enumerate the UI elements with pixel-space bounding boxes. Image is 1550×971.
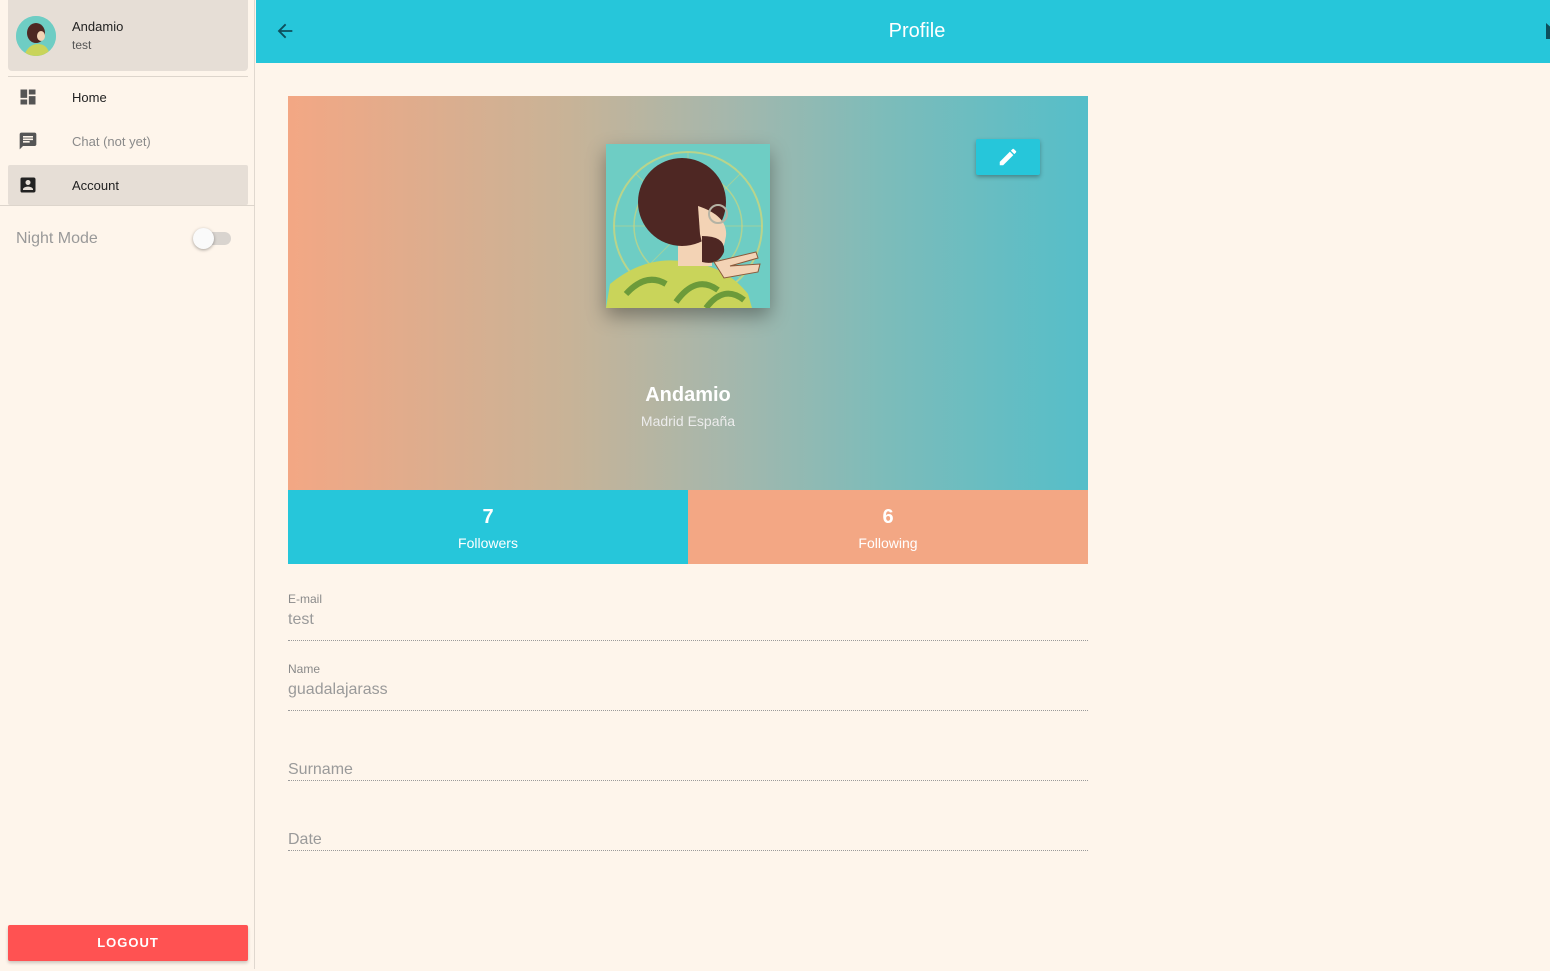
sidebar-item-label: Account <box>72 178 119 193</box>
home-icon[interactable] <box>1538 22 1550 40</box>
avatar <box>16 16 56 56</box>
sidebar-item-label: Chat (not yet) <box>72 134 151 149</box>
profile-photo <box>606 144 770 308</box>
edit-profile-button[interactable] <box>976 139 1040 175</box>
email-label: E-mail <box>288 592 323 606</box>
night-mode-toggle-thumb[interactable] <box>193 228 214 249</box>
following-label: Following <box>858 535 918 551</box>
sidebar-item-account[interactable]: Account <box>8 165 248 205</box>
following-count: 6 <box>882 506 894 528</box>
user-subtitle: test <box>72 38 92 52</box>
name-field[interactable]: Name guadalajarass <box>288 662 1088 711</box>
sidebar-item-label: Home <box>72 90 107 105</box>
chat-icon <box>19 132 37 150</box>
user-name: Andamio <box>72 19 124 34</box>
profile-location: Madrid España <box>640 413 736 429</box>
sidebar-item-home[interactable]: Home <box>8 77 248 117</box>
followers-count: 7 <box>482 506 494 528</box>
date-field[interactable]: Date <box>288 802 1088 851</box>
sidebar-item-chat[interactable]: Chat (not yet) <box>8 121 248 161</box>
dashboard-icon <box>20 89 36 105</box>
surname-placeholder: Surname <box>288 761 353 778</box>
night-mode-label: Night Mode <box>16 230 98 247</box>
account-box-icon <box>20 177 36 193</box>
top-app-bar: Profile <box>256 0 1550 63</box>
name-label: Name <box>288 662 321 676</box>
followers-stat[interactable]: 7 Followers <box>288 490 688 564</box>
user-card[interactable]: Andamio test <box>8 0 248 71</box>
email-field[interactable]: E-mail test <box>288 592 1088 641</box>
surname-field[interactable]: Surname <box>288 732 1088 781</box>
sidebar: Andamio test Home Chat (not yet) Account… <box>0 0 255 969</box>
logout-button[interactable]: LOGOUT <box>8 925 248 961</box>
followers-label: Followers <box>458 535 518 551</box>
page-title: Profile <box>888 20 946 42</box>
profile-header: Andamio Madrid España <box>288 96 1088 490</box>
following-stat[interactable]: 6 Following <box>688 490 1088 564</box>
email-value: test <box>288 611 314 628</box>
divider <box>0 205 255 206</box>
pencil-icon <box>999 148 1017 166</box>
date-placeholder: Date <box>288 831 322 848</box>
name-value: guadalajarass <box>288 681 388 698</box>
profile-name: Andamio <box>645 384 731 406</box>
